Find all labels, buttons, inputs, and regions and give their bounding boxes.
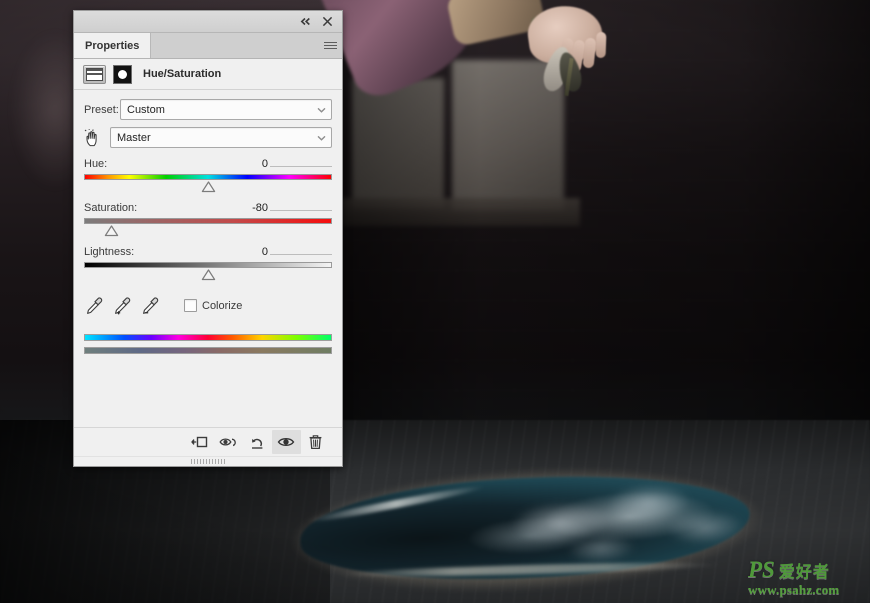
collapse-to-icons-button[interactable] bbox=[299, 15, 312, 28]
watermark: PS 爱好者 www.psahz.com bbox=[748, 558, 864, 598]
hue-value-wrap[interactable]: 0 bbox=[240, 158, 332, 170]
saturation-slider-group: Saturation: -80 bbox=[84, 199, 332, 240]
adjustment-header: Hue/Saturation bbox=[74, 59, 342, 90]
delete-layer-button[interactable] bbox=[301, 430, 330, 454]
hue-slider-header: Hue: 0 bbox=[84, 155, 332, 170]
lightness-value-wrap[interactable]: 0 bbox=[240, 246, 332, 258]
lightness-slider-label: Lightness: bbox=[84, 246, 135, 258]
channel-row: Master bbox=[84, 127, 332, 148]
mask-circle-glyph bbox=[118, 69, 127, 79]
eye-icon bbox=[277, 438, 295, 446]
chevron-down-icon bbox=[317, 135, 326, 141]
tab-properties-label: Properties bbox=[85, 39, 140, 52]
layer-mask-thumbnail[interactable] bbox=[113, 64, 132, 84]
preset-select[interactable]: Custom bbox=[120, 99, 332, 120]
lightness-gradient-track[interactable] bbox=[84, 262, 332, 268]
tab-row-filler bbox=[151, 33, 318, 58]
on-image-adjustment-hand-icon[interactable] bbox=[84, 128, 110, 148]
hue-saturation-adjustment-icon[interactable] bbox=[83, 64, 106, 84]
eyedropper-add-icon[interactable] bbox=[114, 296, 131, 315]
lightness-track-wrap[interactable] bbox=[84, 262, 332, 284]
toggle-layer-visibility-button[interactable] bbox=[272, 430, 301, 454]
double-chevron-left-icon bbox=[300, 17, 310, 26]
view-previous-state-button[interactable] bbox=[214, 430, 243, 454]
saturation-gradient-track[interactable] bbox=[84, 218, 332, 224]
channel-select[interactable]: Master bbox=[110, 127, 332, 148]
color-range-bar-result[interactable] bbox=[84, 347, 332, 354]
chevron-down-icon bbox=[317, 107, 326, 113]
panel-footer-toolbar bbox=[74, 427, 342, 456]
hue-slider-label: Hue: bbox=[84, 158, 108, 170]
lightness-value: 0 bbox=[261, 246, 268, 258]
colorize-checkbox-row[interactable]: Colorize bbox=[184, 299, 242, 312]
lightness-slider-group: Lightness: 0 bbox=[84, 243, 332, 284]
watermark-ps-logo: PS bbox=[748, 557, 775, 582]
channel-select-value: Master bbox=[117, 131, 151, 144]
clip-to-layer-icon bbox=[191, 436, 208, 447]
watermark-chinese-text: 爱好者 bbox=[778, 564, 830, 581]
panel-tab-row: Properties bbox=[74, 33, 342, 59]
close-panel-button[interactable] bbox=[321, 15, 334, 28]
lightness-slider-header: Lightness: 0 bbox=[84, 243, 332, 258]
panel-menu-button[interactable] bbox=[318, 33, 342, 58]
panel-menu-icon bbox=[323, 41, 337, 50]
panel-body: Preset: Custom Master Hue: 0 Saturation:… bbox=[74, 90, 342, 427]
preset-select-value: Custom bbox=[127, 103, 165, 116]
hue-slider-thumb[interactable] bbox=[201, 181, 216, 193]
color-range-bar-source[interactable] bbox=[84, 334, 332, 341]
saturation-value-underline bbox=[270, 210, 332, 211]
tab-properties[interactable]: Properties bbox=[74, 33, 152, 58]
watermark-logo-row: PS 爱好者 bbox=[748, 558, 864, 581]
preset-label: Preset: bbox=[84, 103, 119, 116]
colorize-checkbox[interactable] bbox=[184, 299, 197, 312]
reset-arrow-icon bbox=[252, 438, 263, 449]
eyedropper-icon[interactable] bbox=[86, 296, 103, 315]
saturation-slider-header: Saturation: -80 bbox=[84, 199, 332, 214]
saturation-slider-thumb[interactable] bbox=[104, 225, 119, 237]
adjustment-stripes-glyph bbox=[86, 67, 103, 81]
eyedropper-subtract-icon[interactable] bbox=[142, 296, 159, 315]
clip-to-layer-button[interactable] bbox=[185, 430, 214, 454]
hue-value: 0 bbox=[261, 158, 268, 170]
colorize-label: Colorize bbox=[202, 299, 243, 312]
hue-value-underline bbox=[270, 166, 332, 167]
watermark-url: www.psahz.com bbox=[748, 582, 840, 597]
hue-track-wrap[interactable] bbox=[84, 174, 332, 196]
reset-button[interactable] bbox=[243, 430, 272, 454]
hue-gradient-track[interactable] bbox=[84, 174, 332, 180]
saturation-slider-label: Saturation: bbox=[84, 202, 138, 214]
eye-previous-state-icon bbox=[219, 438, 236, 446]
lightness-value-underline bbox=[270, 254, 332, 255]
preset-row: Preset: Custom bbox=[84, 99, 332, 120]
properties-panel[interactable]: Properties Hue/Saturation Preset: Custom bbox=[73, 10, 343, 467]
panel-resize-grip[interactable] bbox=[74, 456, 342, 466]
close-icon bbox=[322, 16, 333, 27]
hue-slider-group: Hue: 0 bbox=[84, 155, 332, 196]
trash-icon bbox=[309, 435, 322, 450]
saturation-track-wrap[interactable] bbox=[84, 218, 332, 240]
color-range-bars bbox=[84, 334, 332, 354]
panel-titlebar bbox=[74, 11, 342, 33]
resize-grip-lines bbox=[191, 459, 225, 464]
lightness-slider-thumb[interactable] bbox=[201, 269, 216, 281]
saturation-value-wrap[interactable]: -80 bbox=[240, 202, 332, 214]
adjustment-title: Hue/Saturation bbox=[143, 68, 222, 80]
saturation-value: -80 bbox=[252, 202, 268, 214]
eyedropper-tools-row: Colorize bbox=[84, 296, 332, 315]
